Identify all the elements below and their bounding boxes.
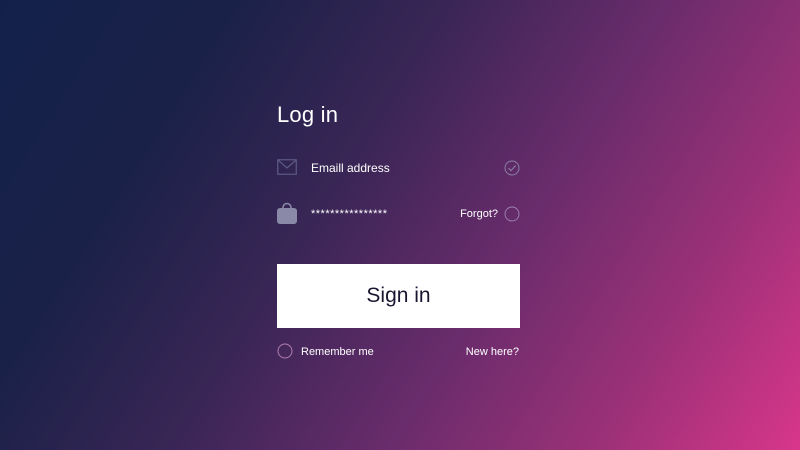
empty-circle-icon [504, 206, 520, 222]
checkmark-circle-icon [504, 160, 520, 176]
new-here-link[interactable]: New here? [466, 345, 519, 359]
email-field-row [277, 156, 520, 180]
password-field-row: Forgot? [277, 202, 520, 226]
login-title: Log in [277, 102, 339, 127]
email-input[interactable] [311, 156, 451, 180]
remember-me-row: Remember me [277, 342, 427, 360]
envelope-icon [277, 159, 297, 175]
padlock-icon [277, 202, 297, 224]
sign-in-button[interactable]: Sign in [277, 264, 520, 328]
remember-me-label: Remember me [301, 346, 374, 358]
forgot-password-link[interactable]: Forgot? [460, 207, 498, 221]
password-input[interactable] [311, 202, 451, 226]
remember-me-radio[interactable] [277, 343, 293, 359]
